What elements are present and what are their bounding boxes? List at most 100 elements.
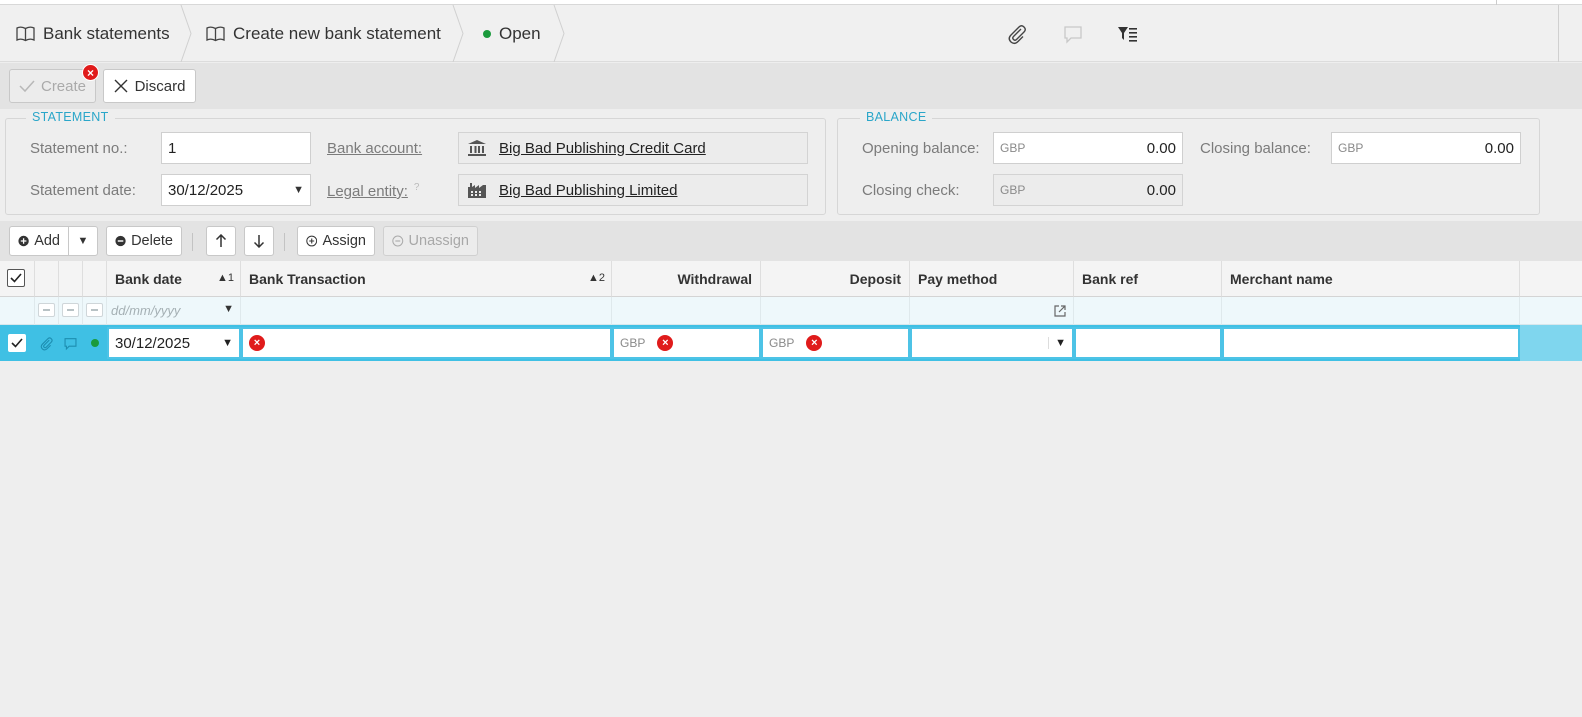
error-icon: × [806,335,823,351]
bank-date-value: 30/12/2025 [115,334,191,352]
status-indicator: Open [483,5,541,62]
chevron-down-icon[interactable]: ▼ [222,337,233,349]
filter-cell [0,297,35,325]
balance-section-title: BALANCE [860,110,933,124]
opening-balance-field[interactable]: GBP 0.00 [993,132,1183,164]
filter-clear-icon[interactable] [38,303,55,317]
cell-bank-date[interactable]: 30/12/2025 ▼ [107,327,241,359]
move-up-button[interactable] [206,226,236,256]
cell-merchant-name[interactable] [1222,327,1520,359]
opening-balance-value: 0.00 [1146,139,1176,157]
chevron-down-icon[interactable]: ▼ [293,184,304,196]
column-header-label: Deposit [849,270,901,287]
opening-balance-label: Opening balance: [862,140,980,157]
table-row[interactable]: 30/12/2025 ▼ × GBP × GBP × ▼ [0,325,1582,361]
bank-icon [468,140,486,156]
column-header-filler [1520,261,1582,297]
comment-icon[interactable] [63,336,78,351]
balance-panel: BALANCE Opening balance: GBP 0.00 Closing… [837,110,1540,215]
filter-cell [35,297,59,325]
checkmark-icon [19,80,35,93]
opening-currency: GBP [1000,141,1026,155]
status-column-header [83,261,107,297]
bank-account-label[interactable]: Bank account: [327,140,422,157]
filter-clear-icon[interactable] [62,303,79,317]
check-currency: GBP [1000,183,1026,197]
closing-balance-value: 0.00 [1484,139,1514,157]
minus-circle-icon [115,235,126,247]
move-down-button[interactable] [244,226,274,256]
row-checkbox[interactable] [8,334,26,352]
sort-ascending-icon: ▲1 [216,272,234,284]
unassign-button[interactable]: Unassign [383,226,478,256]
bank-account-field[interactable]: Big Bad Publishing Credit Card [458,132,808,164]
column-header-deposit[interactable]: Deposit [761,261,910,297]
filter-deposit[interactable] [761,297,910,325]
chevron-down-icon[interactable]: ▼ [1048,337,1066,349]
cell-bank-transaction[interactable]: × [241,327,612,359]
column-header-pay-method[interactable]: Pay method [910,261,1074,297]
toolbar-separator [284,233,285,251]
plus-circle-icon [18,235,29,247]
statement-date-value: 30/12/2025 [168,181,244,199]
legal-entity-link[interactable]: Big Bad Publishing Limited [499,182,677,199]
select-all-checkbox[interactable] [7,269,25,287]
cell-deposit[interactable]: GBP × [761,327,910,359]
legal-entity-label-text: Legal entity: [327,183,408,200]
legal-entity-field[interactable]: Big Bad Publishing Limited [458,174,808,206]
filter-pay-method[interactable] [910,297,1074,325]
statement-no-field[interactable]: 1 [161,132,311,164]
discard-button[interactable]: Discard [103,69,196,103]
column-header-merchant-name[interactable]: Merchant name [1222,261,1520,297]
breadcrumb-bank-statements[interactable]: Bank statements [16,5,170,62]
legal-entity-label[interactable]: Legal entity:? [327,182,419,200]
unassign-button-label: Unassign [408,233,469,249]
assign-button[interactable]: Assign [297,226,375,256]
column-header-bank-transaction[interactable]: Bank Transaction ▲2 [241,261,612,297]
filter-merchant-name[interactable] [1222,297,1520,325]
filter-bank-transaction[interactable] [241,297,612,325]
delete-button[interactable]: Delete [106,226,182,256]
column-header-label: Bank ref [1082,270,1139,287]
bank-account-link[interactable]: Big Bad Publishing Credit Card [499,140,706,157]
filter-list-icon[interactable] [1117,23,1139,45]
breadcrumb-separator [452,5,464,62]
paperclip-icon[interactable] [1006,23,1028,45]
add-button[interactable]: Add [9,226,69,256]
cell-bank-ref[interactable] [1074,327,1222,359]
filter-bank-date[interactable]: dd/mm/yyyy ▼ [107,297,241,325]
comment-icon[interactable] [1062,23,1084,45]
cell-withdrawal[interactable]: GBP × [612,327,761,359]
filter-bank-ref[interactable] [1074,297,1222,325]
column-header-bank-date[interactable]: Bank date ▲1 [107,261,241,297]
statement-no-label: Statement no.: [30,140,128,157]
column-header-withdrawal[interactable]: Withdrawal [612,261,761,297]
checkmark-icon [10,273,22,283]
statement-date-field[interactable]: 30/12/2025 ▼ [161,174,311,206]
closing-check-value: 0.00 [1146,181,1176,199]
delete-button-label: Delete [131,233,173,249]
date-filter-placeholder: dd/mm/yyyy [111,303,181,318]
attachment-column-header [35,261,59,297]
column-header-label: Withdrawal [677,270,752,287]
minus-circle-icon [392,235,404,247]
external-link-icon[interactable] [1053,304,1067,318]
breadcrumb-create-new[interactable]: Create new bank statement [206,5,441,62]
cell-pay-method[interactable]: ▼ [910,327,1074,359]
paperclip-icon[interactable] [39,336,54,351]
add-dropdown-button[interactable]: ▼ [68,226,98,256]
assign-button-label: Assign [322,233,366,249]
filter-clear-icon[interactable] [86,303,103,317]
plus-circle-icon [306,235,318,247]
error-icon: × [657,335,674,351]
chevron-down-icon[interactable]: ▼ [223,303,234,315]
filter-row: dd/mm/yyyy ▼ [0,297,1582,325]
statement-date-label: Statement date: [30,182,136,199]
column-header-bank-ref[interactable]: Bank ref [1074,261,1222,297]
filter-withdrawal[interactable] [612,297,761,325]
close-icon [114,79,128,93]
legal-entity-help-icon[interactable]: ? [414,182,420,193]
toolbar-divider [1558,5,1559,62]
closing-balance-field[interactable]: GBP 0.00 [1331,132,1521,164]
breadcrumb-separator [553,5,565,62]
